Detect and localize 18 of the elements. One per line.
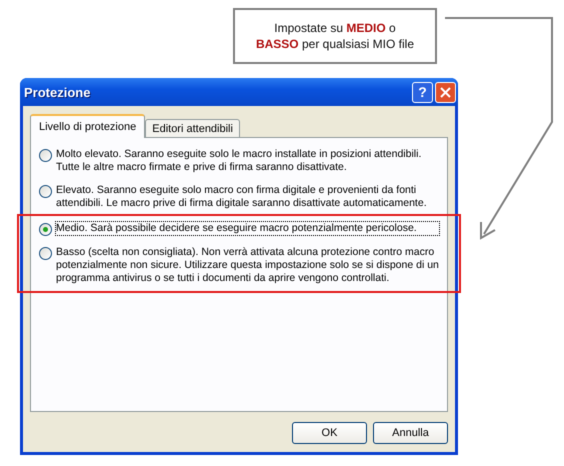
close-icon <box>440 86 451 98</box>
option-label[interactable]: Basso (scelta non consigliata). Non verrà attivata alcuna protezione contro macro potenzialmente non sicure. Utilizzare questa impostazione solo se si dispone di un programma antivirus o se tutti i documenti da aprire vengono controllati. <box>56 246 439 285</box>
option-label[interactable]: Elevato. Saranno eseguite solo macro con firma digitale e provenienti da fonti attendibili. Le macro prive di firma digitale saranno disattivate automaticamente. <box>56 184 439 210</box>
radio-button[interactable] <box>39 185 52 198</box>
window-title: Protezione <box>24 84 92 100</box>
cancel-button[interactable]: Annulla <box>373 422 448 444</box>
option-label[interactable]: Molto elevato. Saranno eseguite solo le macro installate in posizioni attendibili. Tutte le altre macro firmate e prive di firma saranno disattivate. <box>56 148 439 174</box>
callout-text: Impostate su MEDIO o <box>274 21 396 35</box>
radio-button[interactable] <box>39 223 52 236</box>
radio-button[interactable] <box>39 149 52 162</box>
callout-text: BASSO per qualsiasi MIO file <box>256 37 414 51</box>
tab[interactable]: Editori attendibili <box>145 119 240 138</box>
close-button[interactable] <box>435 82 456 102</box>
radio-button[interactable] <box>39 247 52 260</box>
ok-button[interactable]: OK <box>292 422 367 444</box>
option-label[interactable]: Medio. Sarà possibile decidere se eseguire macro potenzialmente pericolose. <box>56 222 439 235</box>
tab[interactable]: Livello di protezione <box>30 114 146 138</box>
help-button[interactable]: ? <box>412 82 433 102</box>
